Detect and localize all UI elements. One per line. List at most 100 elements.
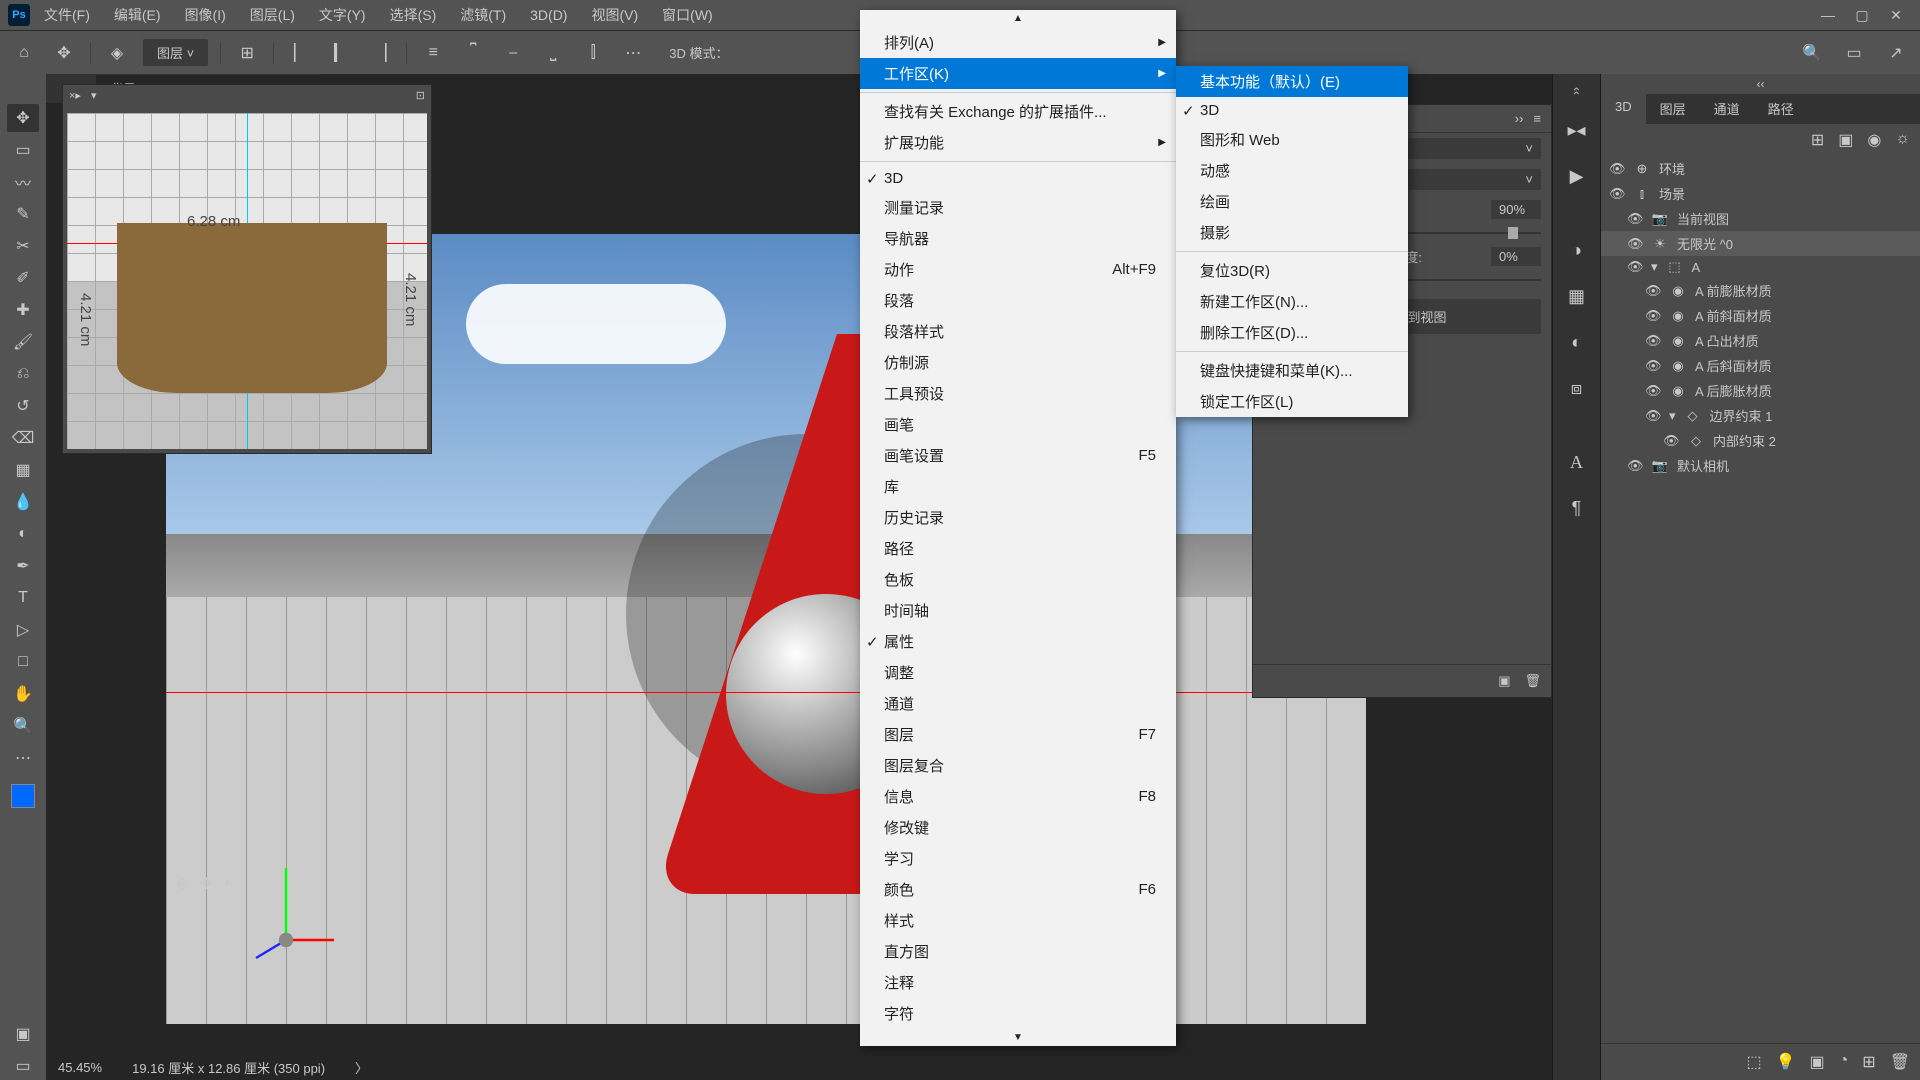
orbit-icon[interactable]: ⊕ [176, 874, 189, 894]
new-icon[interactable]: ⊞ [1862, 1052, 1875, 1072]
brush-tool[interactable]: 🖌 [7, 328, 39, 356]
tree-row-a[interactable]: 👁▾⬚A [1601, 256, 1920, 278]
menu-item-layers[interactable]: 图层F7 [860, 719, 1176, 750]
tree-row-boundary[interactable]: 👁▾◇边界约束 1 [1601, 403, 1920, 428]
align-bottom-icon[interactable]: ⎵ [539, 39, 567, 67]
menu-edit[interactable]: 编辑(E) [104, 1, 171, 29]
filter-mesh-icon[interactable]: ▣ [1838, 130, 1853, 150]
tree-row-material[interactable]: 👁◉A 前膨胀材质 [1601, 278, 1920, 303]
history-panel-icon[interactable]: ▸◂ [1563, 116, 1591, 144]
menu-image[interactable]: 图像(I) [175, 1, 236, 29]
menu-view[interactable]: 视图(V) [581, 1, 648, 29]
menu-item-notes[interactable]: 注释 [860, 967, 1176, 998]
menu-item-paths[interactable]: 路径 [860, 533, 1176, 564]
menu-item-workspace[interactable]: 工作区(K) [860, 58, 1176, 89]
paragraph-panel-icon[interactable]: ¶ [1563, 494, 1591, 522]
transform-controls-icon[interactable]: ⊞ [233, 39, 261, 67]
menu-type[interactable]: 文字(Y) [309, 1, 376, 29]
share-icon[interactable]: ↗ [1882, 39, 1910, 67]
menu-item-navigator[interactable]: 导航器 [860, 223, 1176, 254]
edit-toolbar[interactable]: ⋯ [7, 744, 39, 772]
menu-item-motion[interactable]: 动感 [1176, 155, 1408, 186]
filter-light-icon[interactable]: ☼ [1895, 130, 1910, 150]
menu-item-shortcuts[interactable]: 键盘快捷键和菜单(K)... [1176, 355, 1408, 386]
swatches-panel-icon[interactable]: ▦ [1563, 282, 1591, 310]
filter-scene-icon[interactable]: ⊞ [1811, 130, 1824, 150]
menu-item-learn[interactable]: 学习 [860, 843, 1176, 874]
pen-tool[interactable]: ✒ [7, 552, 39, 580]
move-tool-icon[interactable]: ✥ [50, 39, 78, 67]
gradient-tool[interactable]: ▦ [7, 456, 39, 484]
tree-row-default-camera[interactable]: 👁📷默认相机 [1601, 453, 1920, 478]
menu-layer[interactable]: 图层(L) [240, 1, 305, 29]
distribute-icon[interactable]: ≡ [419, 39, 447, 67]
render-icon[interactable]: ◔ [1839, 1052, 1849, 1072]
history-brush-tool[interactable]: ↺ [7, 392, 39, 420]
panel-close-icon[interactable]: ×▸ [69, 89, 81, 102]
crop-tool[interactable]: ✂ [7, 232, 39, 260]
libraries-panel-icon[interactable]: ⧈ [1563, 374, 1591, 402]
menu-item-swatches[interactable]: 色板 [860, 564, 1176, 595]
path-select-tool[interactable]: ▷ [7, 616, 39, 644]
status-flyout-icon[interactable]: 〉 [355, 1058, 368, 1077]
menu-filter[interactable]: 滤镜(T) [450, 1, 516, 29]
menu-item-graphics-web[interactable]: 图形和 Web [1176, 124, 1408, 155]
scroll-down-icon[interactable]: ▼ [860, 1029, 1176, 1046]
menu-item-modifier-keys[interactable]: 修改键 [860, 812, 1176, 843]
menu-item-essentials[interactable]: 基本功能（默认）(E) [1176, 66, 1408, 97]
tree-row-internal[interactable]: 👁◇内部约束 2 [1601, 428, 1920, 453]
menu-item-delete-ws[interactable]: 删除工作区(D)... [1176, 317, 1408, 348]
tree-row-material[interactable]: 👁◉A 前斜面材质 [1601, 303, 1920, 328]
align-left-icon[interactable]: ▏ [286, 39, 314, 67]
minimize-button[interactable]: — [1812, 4, 1844, 26]
play-panel-icon[interactable]: ▶ [1563, 162, 1591, 190]
delete-light-icon[interactable]: 🗑 [1524, 673, 1541, 689]
menu-item-lock-ws[interactable]: 锁定工作区(L) [1176, 386, 1408, 417]
workspace-switcher-icon[interactable]: ▭ [1840, 39, 1868, 67]
close-button[interactable]: ✕ [1880, 4, 1912, 26]
menu-item-3d[interactable]: 3D [860, 165, 1176, 192]
menu-item-exchange[interactable]: 查找有关 Exchange 的扩展插件... [860, 96, 1176, 127]
distribute-v-icon[interactable]: ⫿ [579, 39, 607, 67]
scroll-up-icon[interactable]: ▲ [860, 10, 1176, 27]
expand-panels-icon[interactable]: ‹‹ [1570, 87, 1584, 95]
fov-icon[interactable]: ◗ [223, 874, 233, 894]
menu-file[interactable]: 文件(F) [34, 1, 100, 29]
menu-item-timeline[interactable]: 时间轴 [860, 595, 1176, 626]
menu-item-actions[interactable]: 动作Alt+F9 [860, 254, 1176, 285]
quick-mask-icon[interactable]: ▣ [7, 1020, 39, 1048]
menu-item-layer-comps[interactable]: 图层复合 [860, 750, 1176, 781]
menu-item-styles[interactable]: 样式 [860, 905, 1176, 936]
tree-row-infinite-light[interactable]: 👁☀无限光 ^0 [1601, 231, 1920, 256]
intensity-value[interactable]: 90% [1491, 200, 1541, 219]
clone-stamp-tool[interactable]: ⎌ [7, 360, 39, 388]
panel-menu-icon[interactable]: ≡ [1533, 111, 1541, 126]
panel-menu-icon[interactable]: ▾ [91, 89, 97, 102]
align-right-icon[interactable]: ▕ [366, 39, 394, 67]
menu-item-photography[interactable]: 摄影 [1176, 217, 1408, 248]
screen-mode-icon[interactable]: ▭ [7, 1052, 39, 1080]
tab-paths[interactable]: 路径 [1754, 94, 1808, 124]
foreground-color-swatch[interactable] [11, 784, 35, 808]
lasso-tool[interactable]: 〰 [7, 168, 39, 196]
marquee-tool[interactable]: ▭ [7, 136, 39, 164]
collapse-panels-icon[interactable]: ‹‹ [1601, 74, 1920, 94]
character-panel-icon[interactable]: A [1563, 448, 1591, 476]
menu-item-brush-settings[interactable]: 画笔设置F5 [860, 440, 1176, 471]
menu-item-measure[interactable]: 测量记录 [860, 192, 1176, 223]
menu-item-color[interactable]: 颜色F6 [860, 874, 1176, 905]
menu-item-painting[interactable]: 绘画 [1176, 186, 1408, 217]
eraser-tool[interactable]: ⌫ [7, 424, 39, 452]
ground-plane-icon[interactable]: ⬚ [1746, 1052, 1761, 1072]
menu-item-history[interactable]: 历史记录 [860, 502, 1176, 533]
eyedropper-tool[interactable]: ✐ [7, 264, 39, 292]
tree-row-environment[interactable]: 👁⊕环境 [1601, 156, 1920, 181]
zoom-level[interactable]: 45.45% [58, 1060, 102, 1075]
tree-row-material[interactable]: 👁◉A 后膨胀材质 [1601, 378, 1920, 403]
quick-select-tool[interactable]: ✎ [7, 200, 39, 228]
menu-item-ws-3d[interactable]: 3D [1176, 97, 1408, 124]
menu-item-paragraph[interactable]: 段落 [860, 285, 1176, 316]
menu-item-clone-source[interactable]: 仿制源 [860, 347, 1176, 378]
delete-icon[interactable]: 🗑 [1890, 1052, 1910, 1072]
blur-tool[interactable]: 💧 [7, 488, 39, 516]
